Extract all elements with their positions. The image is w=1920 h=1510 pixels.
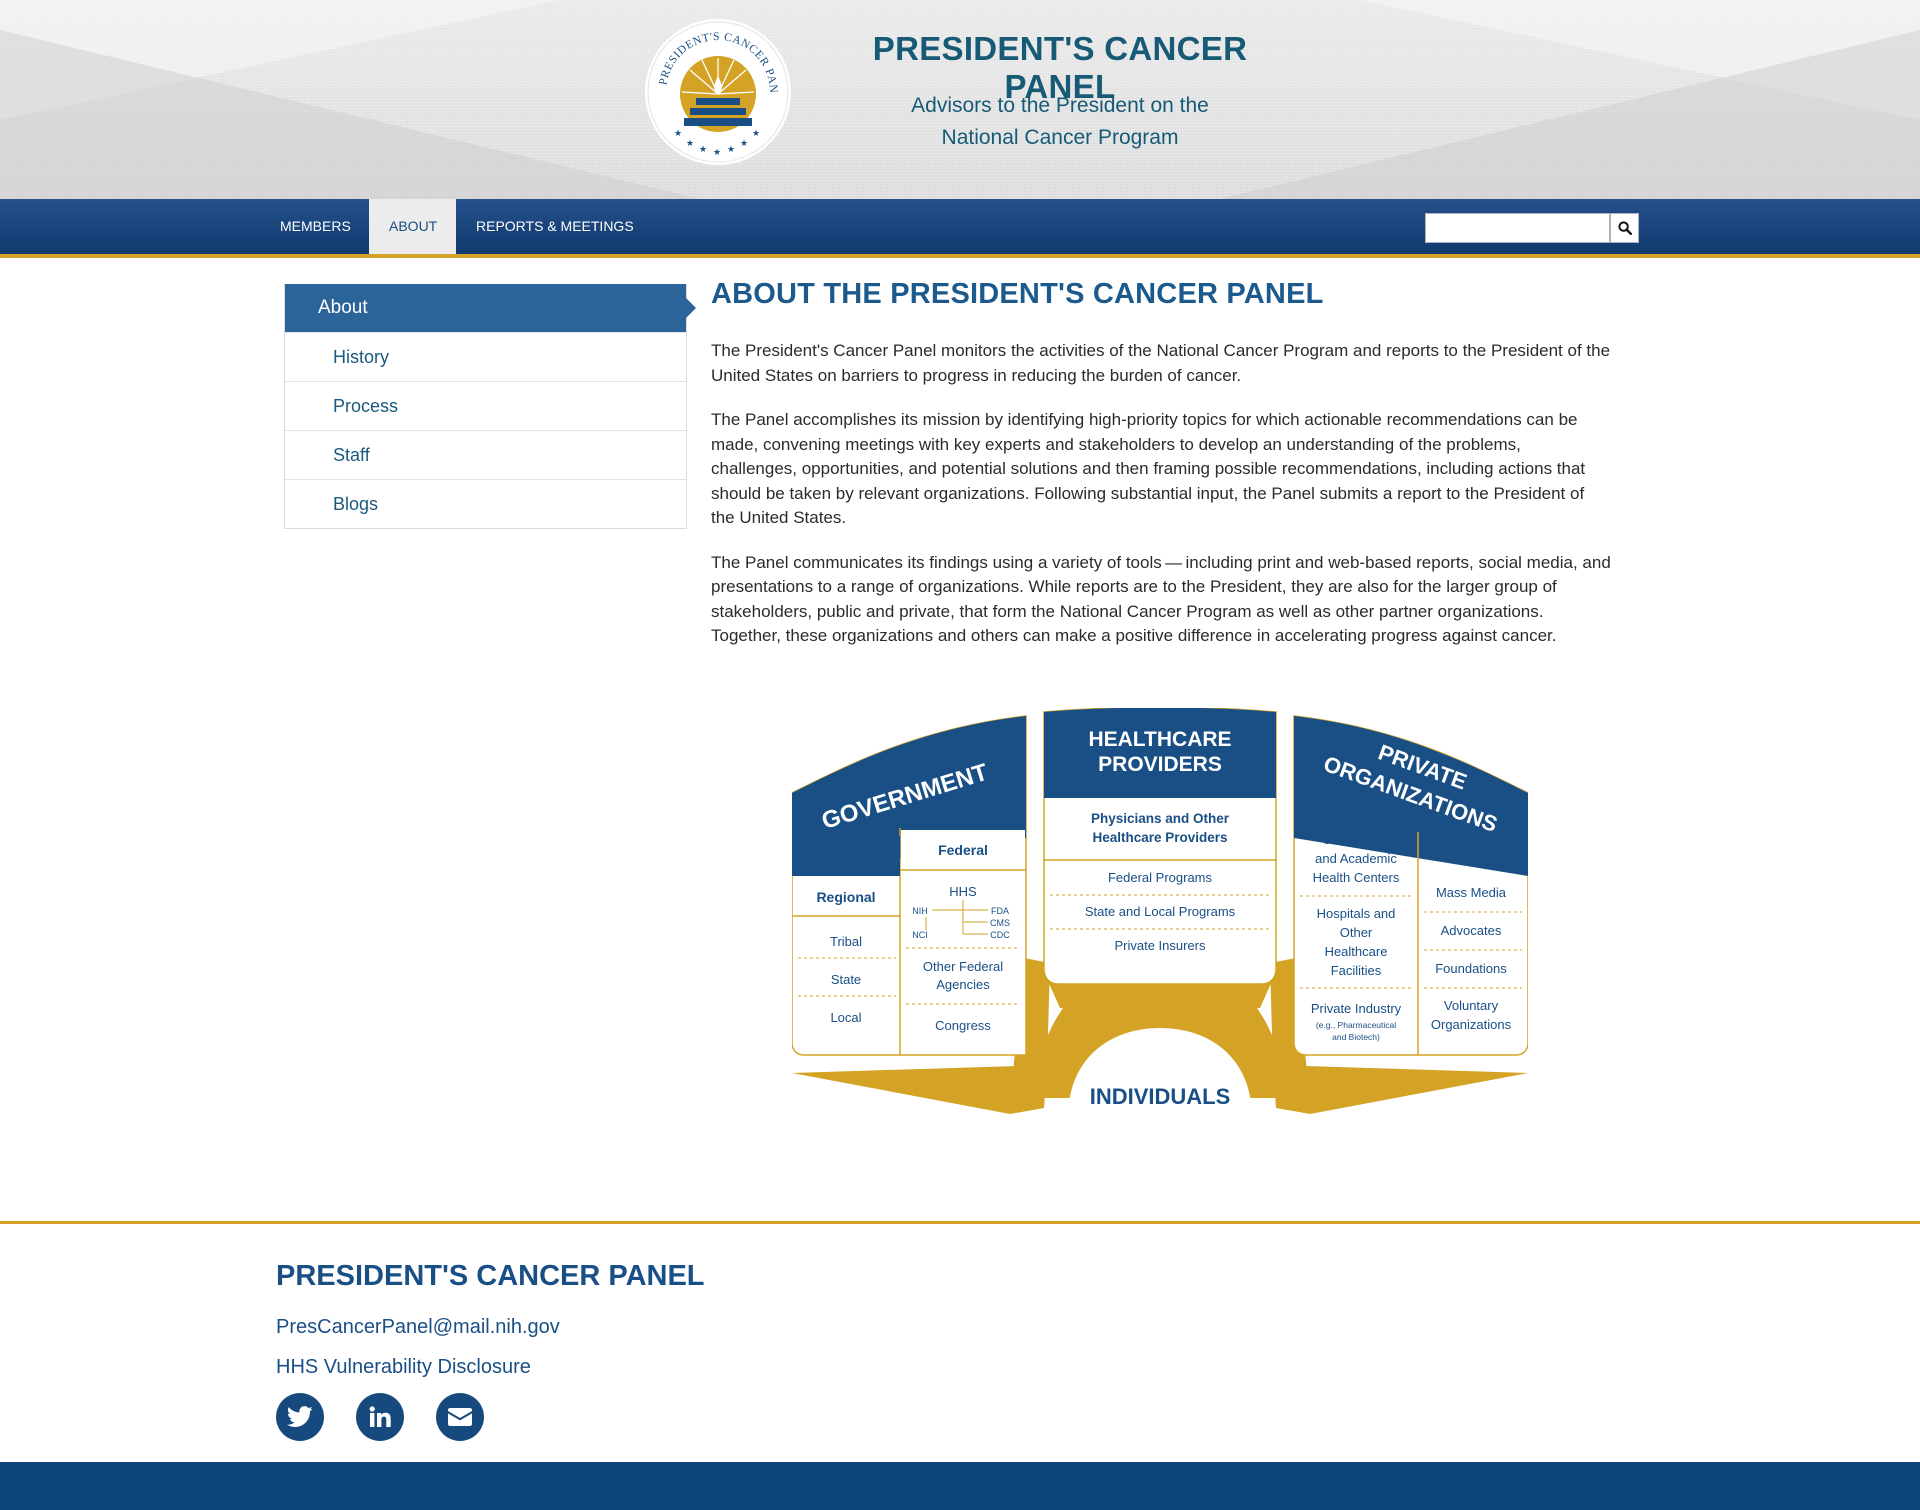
site-footer: PRESIDENT'S CANCER PANEL PresCancerPanel… (0, 1221, 1920, 1462)
svg-text:★: ★ (713, 148, 721, 158)
envelope-icon (448, 1408, 472, 1426)
national-cancer-program-diagram: INDIVIDUALS GOVERNMENT Regional Tribal S… (792, 708, 1528, 1118)
svg-text:★: ★ (686, 139, 694, 149)
sidebar-item-process[interactable]: Process (285, 381, 686, 430)
hospitals-line1: Hospitals and (1317, 906, 1396, 921)
bottom-bar (0, 1462, 1920, 1510)
hospitals-line2: Other (1340, 925, 1373, 940)
regional-label: Regional (816, 889, 875, 905)
healthcare-heading-line2: PROVIDERS (1098, 753, 1222, 776)
page-title: ABOUT THE PRESIDENT'S CANCER PANEL (711, 278, 1324, 310)
other-federal-line2: Agencies (936, 977, 990, 992)
universities-line2: and Academic (1315, 851, 1397, 866)
cms-label: CMS (990, 918, 1010, 928)
footer-vulnerability-link[interactable]: HHS Vulnerability Disclosure (276, 1356, 531, 1379)
nav-reports-meetings[interactable]: REPORTS & MEETINGS (456, 199, 654, 254)
nih-label: NIH (912, 906, 928, 916)
site-header: PRESIDENT'S CANCER PANEL ★★★ ★★ ★★ PRESI… (0, 0, 1920, 199)
voluntary-line2: Organizations (1431, 1017, 1512, 1032)
mission-paragraph: The Panel accomplishes its mission by id… (711, 410, 1586, 527)
nci-label: NCI (912, 930, 928, 940)
svg-text:★: ★ (699, 145, 707, 155)
search-icon (1617, 221, 1632, 235)
federal-programs: Federal Programs (1108, 870, 1213, 885)
private-industry-note-1: (e.g., Pharmaceutical (1316, 1020, 1396, 1030)
regional-state: State (831, 972, 861, 987)
government-block: GOVERNMENT Regional Tribal State Local F… (792, 715, 1027, 1056)
private-industry-note-2: and Biotech) (1332, 1032, 1380, 1042)
tagline-line-1: Advisors to the President on the (911, 94, 1209, 117)
cdc-label: CDC (990, 930, 1010, 940)
physicians-line1: Physicians and Other (1091, 811, 1230, 826)
regional-tribal: Tribal (830, 934, 862, 949)
sidebar-heading-label: About (318, 297, 368, 318)
svg-text:★: ★ (740, 139, 748, 149)
active-pointer-arrow (686, 298, 696, 318)
other-federal-line1: Other Federal (923, 959, 1003, 974)
hospitals-line4: Facilities (1331, 963, 1382, 978)
main-content: ABOUT THE PRESIDENT'S CANCER PANEL The P… (711, 278, 1611, 649)
federal-label: Federal (938, 842, 988, 858)
universities-line3: Health Centers (1313, 870, 1400, 885)
sidebar-item-history[interactable]: History (285, 332, 686, 381)
fda-label: FDA (991, 906, 1009, 916)
voluntary-line1: Voluntary (1444, 998, 1499, 1013)
tagline-line-2: National Cancer Program (941, 126, 1179, 149)
congress-label: Congress (935, 1018, 991, 1033)
section-sidebar: About History Process Staff Blogs (284, 284, 696, 529)
nav-about[interactable]: ABOUT (369, 199, 456, 254)
individuals-label: INDIVIDUALS (1090, 1084, 1231, 1109)
private-organizations-block: PRIVATE ORGANIZATIONS Universities and A… (1293, 715, 1528, 1056)
sidebar-item-staff[interactable]: Staff (285, 430, 686, 479)
communication-paragraph: The Panel communicates its findings usin… (711, 552, 1611, 646)
search-button[interactable] (1610, 213, 1639, 243)
svg-text:★: ★ (727, 145, 735, 155)
healthcare-heading-line1: HEALTHCARE (1088, 728, 1231, 751)
footer-title: PRESIDENT'S CANCER PANEL (276, 1260, 705, 1292)
panel-seal-logo[interactable]: PRESIDENT'S CANCER PANEL ★★★ ★★ ★★ (640, 9, 792, 166)
search-input[interactable] (1425, 213, 1610, 243)
hhs-label: HHS (949, 884, 977, 899)
foundations: Foundations (1435, 961, 1507, 976)
healthcare-providers-block: HEALTHCARE PROVIDERS Physicians and Othe… (1043, 708, 1277, 985)
svg-text:★: ★ (674, 129, 682, 139)
intro-paragraph: The President's Cancer Panel monitors th… (711, 341, 1611, 385)
private-insurers: Private Insurers (1114, 938, 1206, 953)
physicians-line2: Healthcare Providers (1092, 830, 1227, 845)
advocates: Advocates (1441, 923, 1502, 938)
linkedin-icon (369, 1406, 391, 1427)
twitter-icon (287, 1406, 313, 1427)
twitter-button[interactable] (276, 1393, 324, 1441)
svg-text:★: ★ (752, 129, 760, 139)
nav-members[interactable]: MEMBERS (260, 199, 371, 254)
hospitals-line3: Healthcare (1325, 944, 1388, 959)
sidebar-item-about[interactable]: About (285, 284, 696, 332)
email-button[interactable] (436, 1393, 484, 1441)
footer-email-link[interactable]: PresCancerPanel@mail.nih.gov (276, 1316, 560, 1339)
site-tagline: Advisors to the President on the Nationa… (820, 90, 1300, 154)
private-industry: Private Industry (1311, 1001, 1402, 1016)
regional-local: Local (830, 1010, 861, 1025)
sidebar-item-blogs[interactable]: Blogs (285, 479, 686, 528)
state-local-programs: State and Local Programs (1085, 904, 1236, 919)
universities-line1: Universities (1322, 832, 1390, 847)
linkedin-button[interactable] (356, 1393, 404, 1441)
mass-media: Mass Media (1436, 885, 1507, 900)
